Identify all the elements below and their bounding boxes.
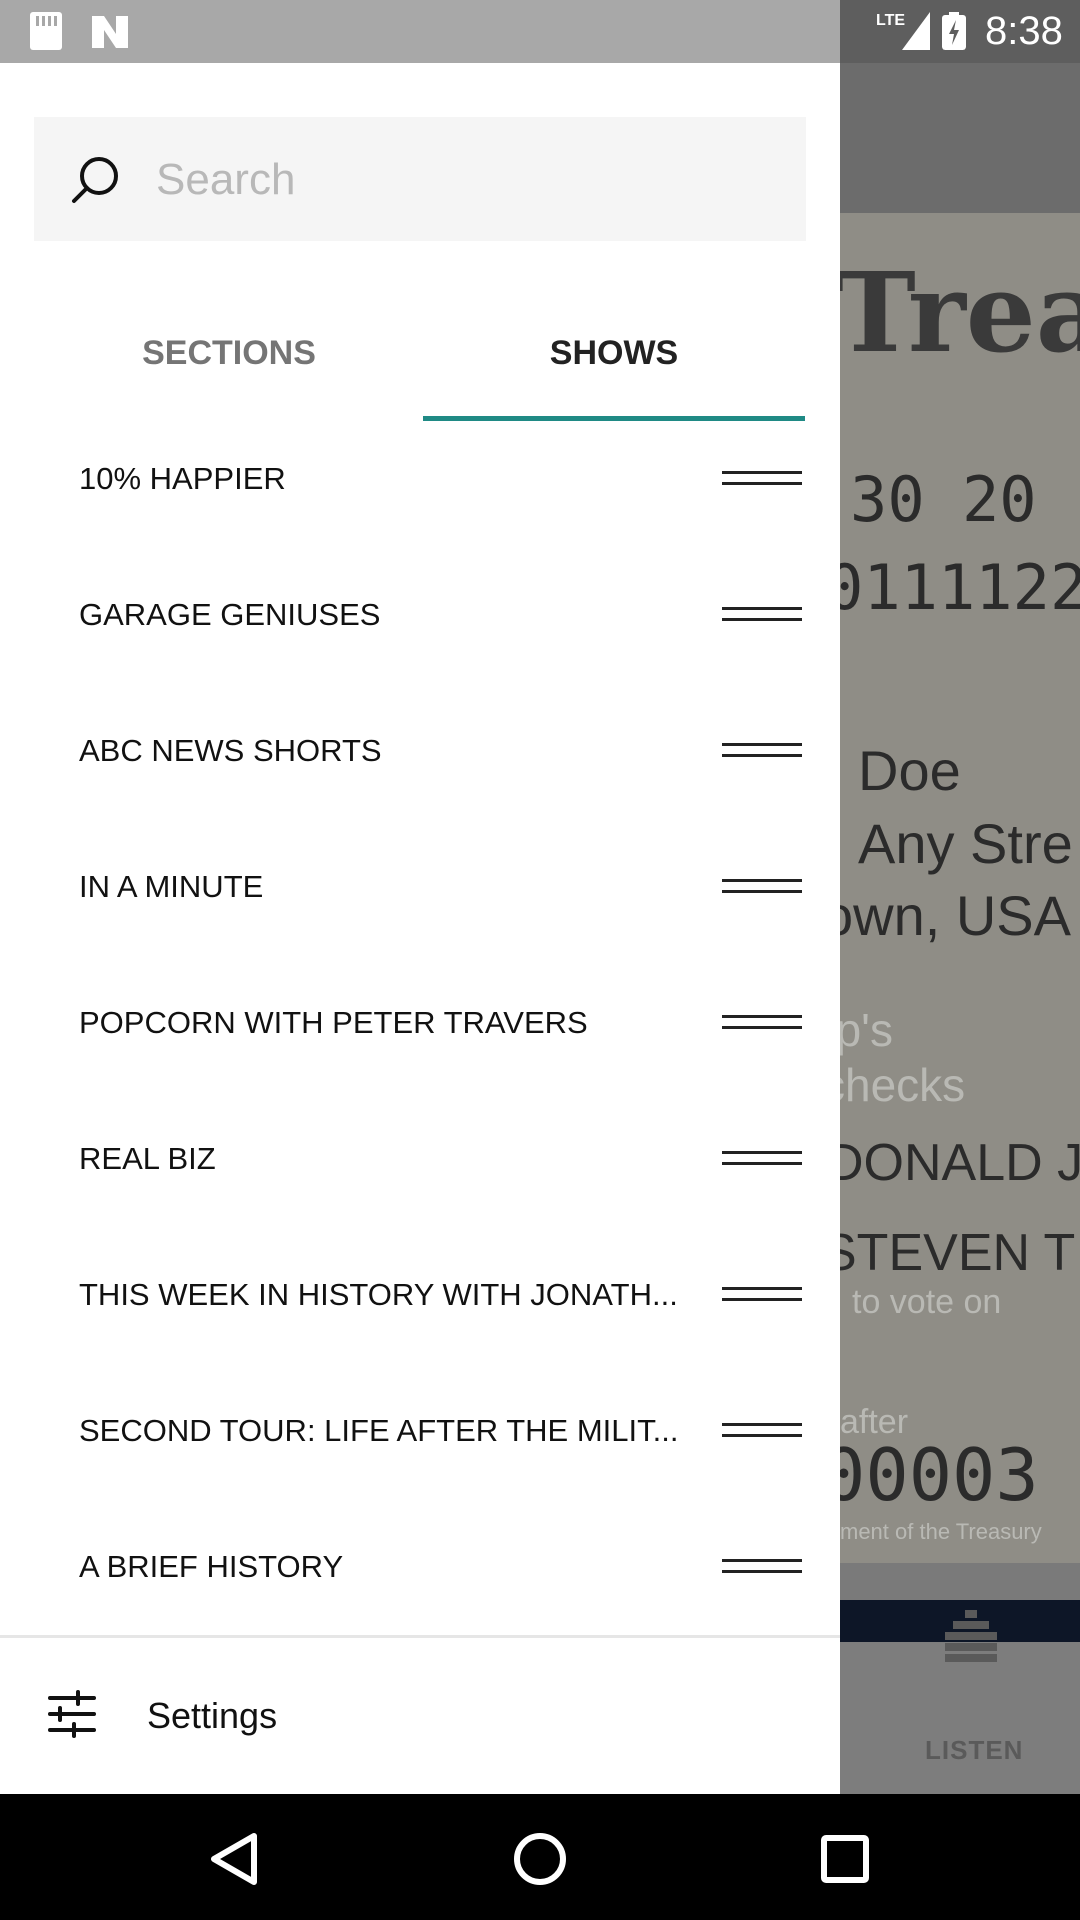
photo-text: ment of the Treasury (840, 1519, 1042, 1544)
drag-handle-icon[interactable] (722, 1285, 802, 1305)
show-item[interactable]: IN A MINUTE (0, 819, 840, 955)
search-input[interactable] (154, 139, 778, 221)
sd-card-icon (30, 12, 62, 50)
show-item[interactable]: POPCORN WITH PETER TRAVERS (0, 955, 840, 1091)
show-label: POPCORN WITH PETER TRAVERS (79, 1005, 588, 1040)
battery-charging-icon (942, 12, 966, 50)
search-icon (72, 157, 118, 203)
show-label: REAL BIZ (79, 1141, 216, 1176)
lte-label: LTE (876, 12, 906, 29)
settings-button[interactable]: Settings (0, 1638, 840, 1794)
photo-text: STEVEN T (822, 1224, 1076, 1282)
drag-handle-icon[interactable] (722, 1421, 802, 1441)
recents-icon[interactable] (800, 1814, 890, 1904)
show-label: SECOND TOUR: LIFE AFTER THE MILIT... (79, 1413, 679, 1448)
show-item[interactable]: 10% HAPPIER (0, 411, 840, 547)
photo-text: Treas (834, 248, 1080, 377)
home-icon[interactable] (495, 1814, 585, 1904)
show-item[interactable]: REAL BIZ (0, 1091, 840, 1227)
notification-n-icon (92, 16, 128, 48)
show-label: IN A MINUTE (79, 869, 264, 904)
sliders-icon (48, 1690, 96, 1738)
photo-text: to vote on (852, 1283, 1002, 1321)
drag-handle-icon[interactable] (722, 1557, 802, 1577)
status-bar: LTE 8:38 (0, 0, 1080, 63)
search-box[interactable] (34, 117, 806, 241)
show-item[interactable]: ABC NEWS SHORTS (0, 683, 840, 819)
photo-text: 01111222 (826, 551, 1080, 624)
listen-tab-label[interactable]: LISTEN (925, 1735, 1023, 1766)
tab-shows[interactable]: SHOWS (423, 303, 805, 403)
photo-text: DONALD J. (826, 1134, 1080, 1192)
navigation-drawer: SECTIONS SHOWS 10% HAPPIER GARAGE GENIUS… (0, 63, 840, 1794)
clock: 8:38 (985, 9, 1063, 53)
background-article-image: Treas 30 20 01111222 Doe Any Stre own, U… (820, 213, 1080, 1563)
show-item[interactable]: SECOND TOUR: LIFE AFTER THE MILIT... (0, 1363, 840, 1499)
photo-text: 00003 (822, 1433, 1039, 1517)
tab-sections[interactable]: SECTIONS (34, 303, 424, 403)
photo-text: Doe (858, 739, 961, 802)
show-label: THIS WEEK IN HISTORY WITH JONATH... (79, 1277, 678, 1312)
system-navigation-bar (0, 1794, 1080, 1920)
back-icon[interactable] (190, 1814, 280, 1904)
drag-handle-icon[interactable] (722, 877, 802, 897)
show-item[interactable]: GARAGE GENIUSES (0, 547, 840, 683)
show-label: ABC NEWS SHORTS (79, 733, 382, 768)
show-item[interactable]: A BRIEF HISTORY (0, 1499, 840, 1635)
show-item[interactable]: THIS WEEK IN HISTORY WITH JONATH... (0, 1227, 840, 1363)
signal-icon (902, 12, 930, 50)
drag-handle-icon[interactable] (722, 469, 802, 489)
photo-text: checks (822, 1059, 966, 1111)
photo-text: own, USA (822, 884, 1071, 947)
photo-text: 30 20 (850, 463, 1037, 536)
show-label: A BRIEF HISTORY (79, 1549, 344, 1584)
settings-label: Settings (147, 1695, 278, 1736)
drag-handle-icon[interactable] (722, 741, 802, 761)
drag-handle-icon[interactable] (722, 1149, 802, 1169)
photo-text: Any Stre (858, 812, 1073, 875)
show-label: 10% HAPPIER (79, 461, 286, 496)
equalizer-icon (945, 1610, 997, 1662)
drag-handle-icon[interactable] (722, 1013, 802, 1033)
drag-handle-icon[interactable] (722, 605, 802, 625)
show-label: GARAGE GENIUSES (79, 597, 381, 632)
